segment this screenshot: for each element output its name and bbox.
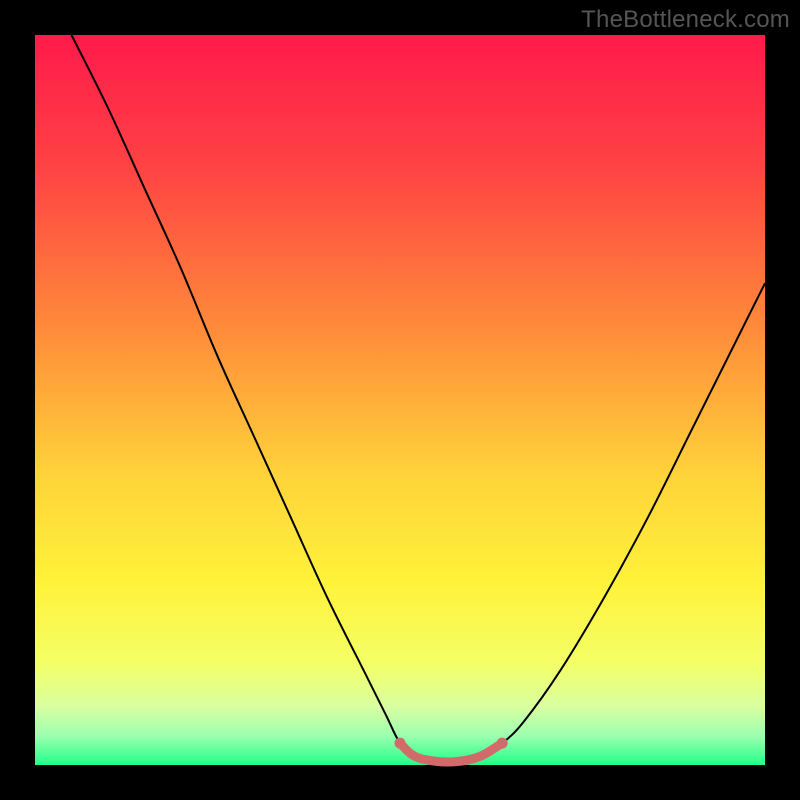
optimal-zone-endpoint: [395, 738, 406, 749]
plot-background: [35, 35, 765, 765]
chart-frame: TheBottleneck.com: [0, 0, 800, 800]
optimal-zone-endpoint: [497, 738, 508, 749]
bottleneck-chart: [0, 0, 800, 800]
watermark-text: TheBottleneck.com: [581, 6, 790, 34]
